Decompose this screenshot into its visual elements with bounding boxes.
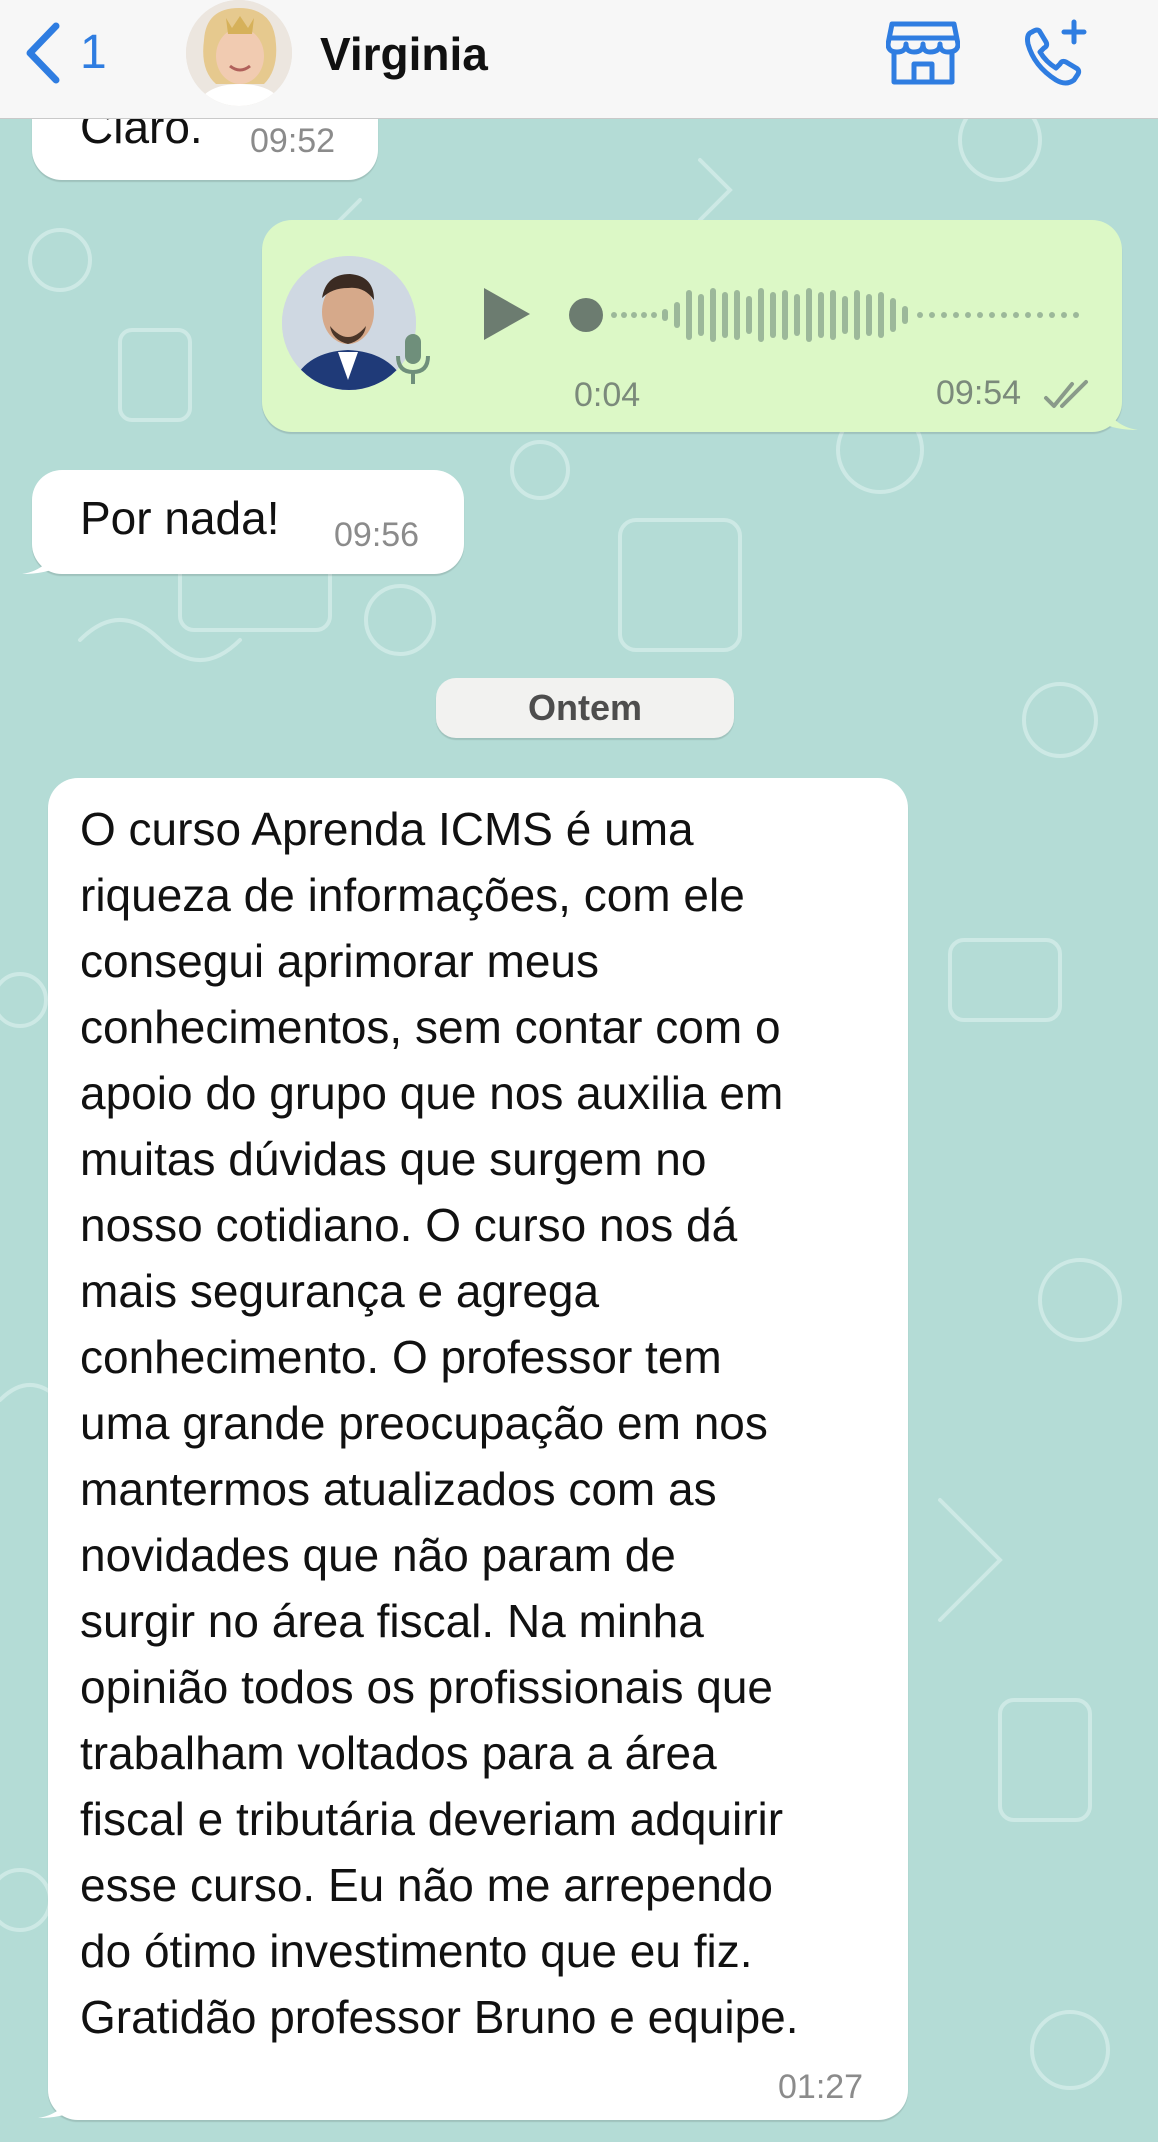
message-time: 09:54 (936, 374, 1022, 412)
message-bubble-incoming[interactable]: O curso Aprenda ICMS é uma riqueza de in… (48, 778, 908, 2120)
message-time: 01:27 (778, 2068, 864, 2106)
back-chevron-icon (26, 22, 60, 84)
message-text: O curso Aprenda ICMS é uma riqueza de in… (80, 803, 799, 2043)
contact-photo (186, 0, 292, 106)
back-button[interactable]: 1 (22, 22, 107, 84)
voice-message-bubble[interactable]: 0:04 09:54 (262, 220, 1122, 432)
message-text: Por nada! (80, 492, 280, 544)
date-divider: Ontem (436, 678, 734, 738)
store-icon (885, 21, 961, 85)
message-time: 09:56 (334, 516, 420, 554)
bubble-tail (38, 2084, 76, 2118)
unread-count: 1 (80, 26, 107, 79)
bubble-tail (1100, 396, 1138, 430)
play-icon[interactable] (478, 284, 534, 344)
contact-name[interactable]: Virginia (320, 26, 488, 82)
bubble-tail (22, 540, 60, 574)
avatar[interactable] (186, 0, 292, 106)
store-button[interactable] (885, 18, 961, 93)
message-time: 09:52 (250, 122, 336, 160)
chat-header: 1 Virginia (0, 0, 1158, 119)
voice-duration: 0:04 (574, 376, 641, 414)
audio-waveform[interactable] (568, 280, 1088, 350)
message-bubble-incoming[interactable]: Por nada! 09:56 (32, 470, 464, 574)
read-ticks-icon (1044, 380, 1088, 408)
add-call-icon (1025, 19, 1087, 86)
add-call-button[interactable] (1020, 18, 1092, 95)
microphone-icon (396, 334, 430, 384)
